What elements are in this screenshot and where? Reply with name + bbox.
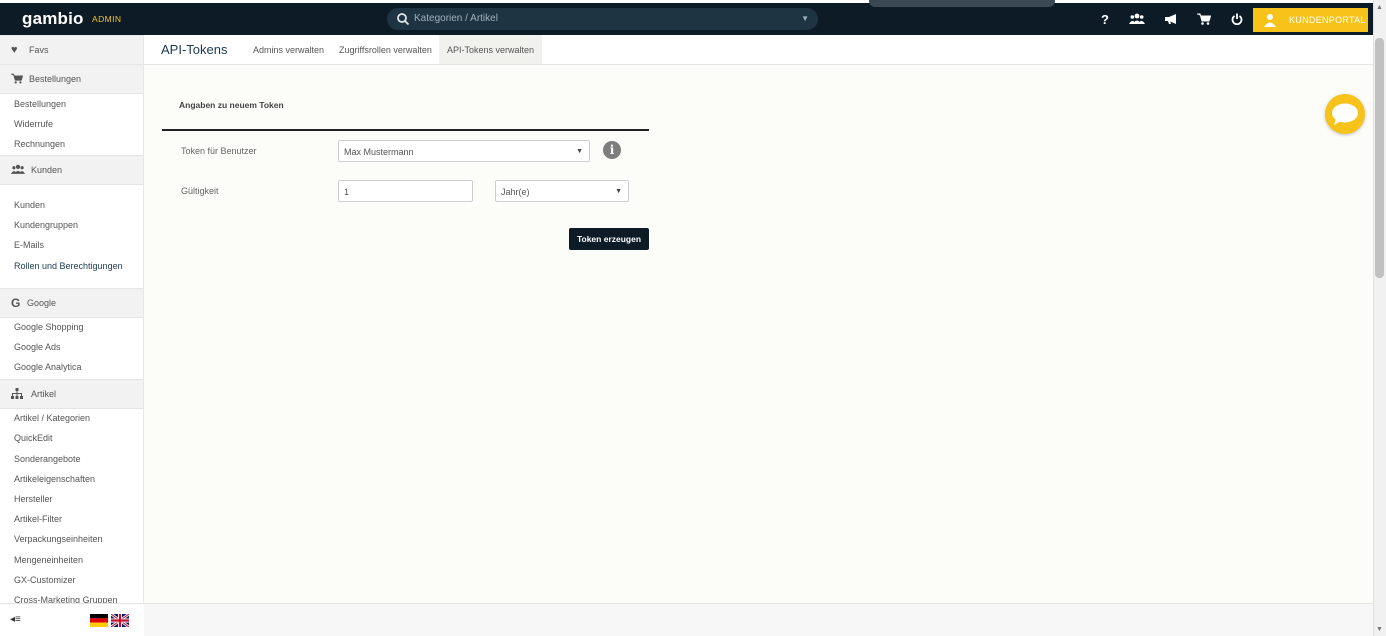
sidebar-item-bestellungen[interactable]: Bestellungen [14,99,66,109]
gambio-logo[interactable]: gambio [22,9,84,29]
customer-portal-button[interactable]: KUNDENPORTAL [1253,8,1368,32]
tab-zugriffsrollen-verwalten[interactable]: Zugriffsrollen verwalten [331,35,440,64]
customer-portal-label: KUNDENPORTAL [1289,15,1366,25]
sidebar-item-kundengruppen[interactable]: Kundengruppen [14,220,78,230]
validity-input[interactable]: 1 [338,180,473,202]
sidebar-section-label: Artikel [31,389,57,399]
scroll-down-icon[interactable]: ▼ [1376,626,1383,633]
power-icon[interactable] [1228,10,1246,28]
top-bar: gambio ADMIN Kategorien / Artikel ▼ ? KU… [0,3,1373,35]
bottom-bar [144,603,1373,636]
search-icon [397,13,410,26]
sidebar-item-sonderangebote[interactable]: Sonderangebote [14,454,81,464]
sidebar-item-google-shopping[interactable]: Google Shopping [14,322,84,332]
sidebar-section-label: Favs [29,45,49,55]
search-input[interactable]: Kategorien / Artikel ▼ [387,8,818,30]
question-icon[interactable]: ? [1096,10,1114,28]
token-user-select[interactable]: Max Mustermann ▼ [338,140,590,162]
sidebar-section-label: Google [27,298,57,308]
collapse-sidebar-icon[interactable]: ◂≡ [10,614,26,626]
sidebar-item-mengeneinheiten[interactable]: Mengeneinheiten [14,555,83,565]
page-title: API-Tokens [161,42,228,57]
sidebar-item-hersteller[interactable]: Hersteller [14,494,53,504]
sidebar-item-rechnungen[interactable]: Rechnungen [14,139,65,149]
tab-admins-verwalten[interactable]: Admins verwalten [245,35,332,64]
sidebar-item-artikel-filter[interactable]: Artikel-Filter [14,514,62,524]
section-divider [162,129,649,131]
heart-icon: ♥ [11,44,18,56]
validity-unit-select[interactable]: Jahr(e) ▼ [495,180,629,202]
chevron-down-icon: ▼ [576,148,583,155]
chevron-down-icon[interactable]: ▼ [801,14,809,23]
sidebar-item-google-analytica[interactable]: Google Analytica [14,362,82,372]
sidebar-item-google-ads[interactable]: Google Ads [14,342,61,352]
top-accent-strip [869,0,1055,7]
sidebar-section-artikel[interactable]: Artikel [0,379,143,409]
sidebar-item-rollen[interactable]: Rollen und Berechtigungen [14,261,123,271]
validity-unit-value: Jahr(e) [501,187,530,197]
logo-admin-label: ADMIN [92,14,122,24]
uk-flag-icon[interactable] [111,614,129,627]
cart-icon [11,73,24,85]
sidebar-item-artikel-kategorien[interactable]: Artikel / Kategorien [14,413,90,423]
chat-widget-button[interactable] [1325,94,1365,134]
german-flag-icon[interactable] [90,614,108,627]
sidebar-item-gx-customizer[interactable]: GX-Customizer [14,575,76,585]
chevron-down-icon: ▼ [615,188,622,195]
sidebar-footer: ◂≡ [0,603,144,636]
token-user-value: Max Mustermann [344,147,414,157]
token-user-label: Token für Benutzer [181,146,257,156]
create-token-button[interactable]: Token erzeugen [569,228,649,250]
section-title: Angaben zu neuem Token [179,100,284,110]
sidebar-item-kunden[interactable]: Kunden [14,200,45,210]
sidebar-section-label: Kunden [31,165,63,175]
validity-value: 1 [344,187,350,197]
sidebar-section-google[interactable]: G Google [0,288,143,318]
sidebar-item-widerrufe[interactable]: Widerrufe [14,119,53,129]
scroll-up-icon[interactable]: ▲ [1376,4,1383,11]
sidebar-section-bestellungen[interactable]: Bestellungen [0,64,143,94]
sitemap-icon [11,388,23,400]
sidebar-section-favs[interactable]: ♥ Favs [0,35,143,65]
sidebar-section-kunden[interactable]: Kunden [0,155,143,185]
sidebar: ♥ Favs Bestellungen Bestellungen Widerru… [0,35,144,603]
sidebar-item-verpackungseinheiten[interactable]: Verpackungseinheiten [14,534,103,544]
validity-label: Gültigkeit [181,186,219,196]
tab-api-tokens-verwalten[interactable]: API-Tokens verwalten [439,35,543,64]
user-icon [1264,14,1276,27]
users-icon[interactable] [1128,10,1146,28]
google-icon: G [11,296,21,310]
scrollbar-thumb[interactable] [1375,38,1384,278]
sidebar-item-emails[interactable]: E-Mails [14,240,44,250]
sidebar-section-label: Bestellungen [29,74,82,84]
search-placeholder: Kategorien / Artikel [414,13,498,24]
chat-bubble-icon [1332,103,1358,125]
cart-icon[interactable] [1195,10,1213,28]
main-content [144,65,1373,603]
megaphone-icon[interactable] [1162,10,1180,28]
sidebar-item-cross-marketing[interactable]: Cross-Marketing Gruppen [14,595,118,603]
info-icon[interactable]: i [603,141,621,159]
users-icon [11,164,25,176]
sidebar-item-quickedit[interactable]: QuickEdit [14,433,53,443]
sidebar-item-artikeleigenschaften[interactable]: Artikeleigenschaften [14,474,95,484]
